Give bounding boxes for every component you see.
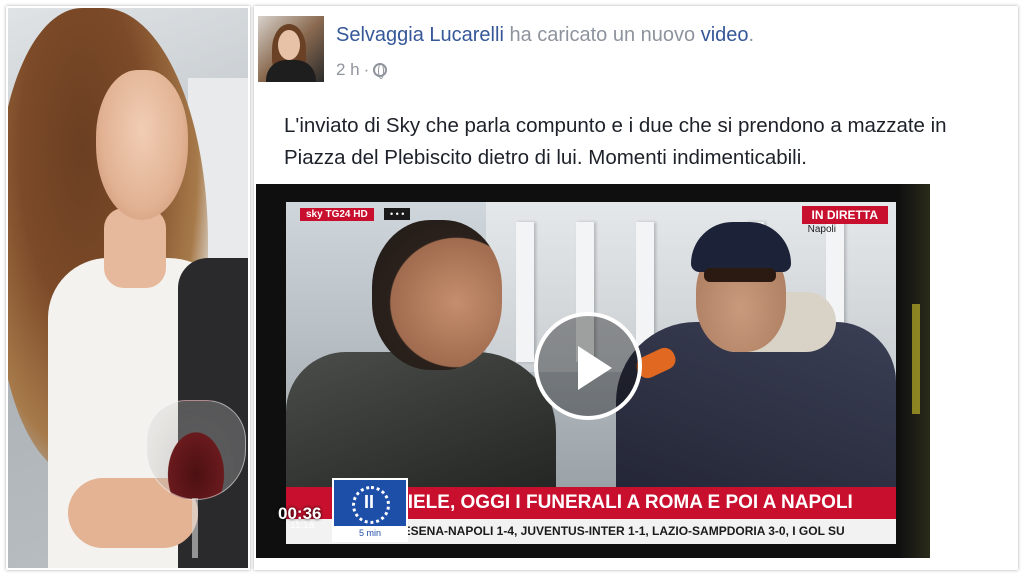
channel-sub-logo: • • •: [384, 208, 411, 220]
profile-photo[interactable]: [8, 8, 248, 568]
avatar-body: [266, 60, 316, 82]
post-meta: 2 h ·: [336, 60, 388, 80]
video-duration: 00:36: [278, 504, 322, 523]
author-name-link[interactable]: Selvaggia Lucarelli: [336, 24, 504, 46]
wine-glass-stem: [192, 498, 198, 558]
clock-minutes: 5 min: [334, 526, 406, 540]
live-badge: IN DIRETTA: [801, 206, 888, 224]
post-action-text: ha caricato un nuovo: [509, 24, 696, 46]
interviewee-sunglasses: [704, 268, 776, 282]
channel-clock-box: II 5 min: [332, 478, 408, 542]
play-button[interactable]: [534, 312, 642, 420]
reporter-head: [372, 220, 502, 370]
tv-side-light: [912, 304, 920, 414]
profile-photo-card[interactable]: [6, 6, 250, 570]
post-header: Selvaggia Lucarelli ha caricato un nuovo…: [336, 24, 754, 47]
meta-separator: ·: [363, 60, 370, 79]
clock-label: II: [364, 492, 375, 512]
post-text-line-1: L'inviato di Sky che parla compunto e i …: [284, 114, 947, 137]
facebook-post: Selvaggia Lucarelli ha caricato un nuovo…: [254, 6, 1018, 570]
building-column: [516, 222, 534, 362]
globe-icon[interactable]: [373, 63, 388, 79]
location-label: Napoli: [807, 224, 836, 235]
play-icon: [578, 346, 612, 390]
author-avatar[interactable]: [258, 16, 324, 82]
video-player[interactable]: sky TG24 HD • • • IN DIRETTA Napoli NIEL…: [256, 184, 930, 558]
photo-face: [96, 70, 188, 220]
video-link[interactable]: video: [701, 24, 749, 46]
post-text-line-2: Piazza del Plebiscito dietro di lui. Mom…: [284, 146, 807, 169]
wine-glass: [146, 400, 246, 500]
post-timestamp[interactable]: 2 h: [336, 60, 360, 80]
photo-neck: [104, 208, 166, 288]
post-text: L'inviato di Sky che parla compunto e i …: [284, 110, 1014, 174]
avatar-face: [278, 30, 300, 60]
post-action-end: .: [748, 24, 755, 46]
screenshot-stage: Selvaggia Lucarelli ha caricato un nuovo…: [0, 0, 1024, 576]
channel-logo: sky TG24 HD: [300, 208, 374, 221]
